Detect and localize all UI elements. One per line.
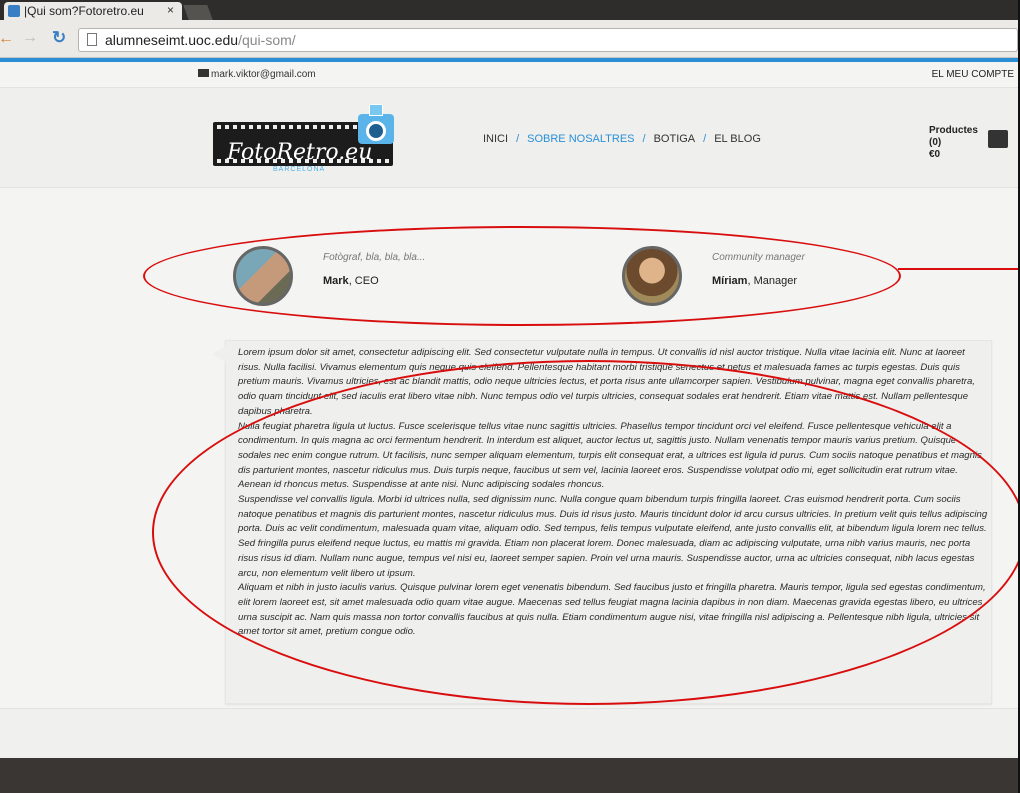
- reload-icon[interactable]: ↻: [52, 28, 66, 48]
- avatar: [622, 246, 682, 306]
- member-role: Fotògraf, bla, bla, bla...: [323, 252, 426, 263]
- nav-item-sobre-nosaltres[interactable]: SOBRE NOSALTRES: [527, 133, 634, 145]
- url-input[interactable]: alumneseimt.uoc.edu/qui-som/: [78, 28, 1018, 52]
- email-text: mark.viktor@gmail.com: [211, 69, 316, 80]
- about-text: Lorem ipsum dolor sit amet, consectetur …: [238, 346, 988, 640]
- flash-icon: [369, 104, 383, 116]
- favicon-icon: [8, 5, 20, 17]
- member-first-name: Míriam: [712, 275, 748, 287]
- main-nav: INICI / SOBRE NOSALTRES / BOTIGA / EL BLOG: [483, 133, 761, 145]
- url-domain: alumneseimt.uoc.edu: [105, 32, 239, 48]
- paragraph: Lorem ipsum dolor sit amet, consectetur …: [238, 347, 975, 417]
- cart-label: Productes: [929, 125, 978, 136]
- tab-title: |Qui som?Fotoretro.eu: [24, 4, 144, 18]
- speech-pointer: [212, 346, 226, 362]
- site-footer: [0, 758, 1020, 793]
- paragraph: Aliquam et nibh in justo iaculis varius.…: [238, 582, 986, 638]
- nav-item-inici[interactable]: INICI: [483, 133, 508, 145]
- site-logo[interactable]: FotoRetro.eu BARCELONA: [213, 104, 403, 176]
- lens-icon: [366, 121, 386, 141]
- nav-item-botiga[interactable]: BOTIGA: [654, 133, 696, 145]
- back-arrow-icon[interactable]: ←: [0, 30, 14, 48]
- paragraph: Nulla feugiat pharetra ligula ut luctus.…: [238, 420, 982, 491]
- paragraph: Suspendisse vel convallis ligula. Morbi …: [238, 494, 988, 579]
- nav-separator: /: [516, 133, 520, 145]
- nav-item-el-blog[interactable]: EL BLOG: [714, 133, 761, 145]
- camera-icon: [358, 114, 394, 144]
- member-role: Community manager: [712, 252, 805, 263]
- avatar: [233, 246, 293, 306]
- footer-spacer: [0, 708, 1020, 758]
- member-title: , CEO: [348, 275, 379, 287]
- site-topbar: mark.viktor@gmail.com EL MEU COMPTE: [0, 62, 1020, 88]
- nav-separator: /: [642, 133, 646, 145]
- cart-total: €0: [929, 149, 941, 160]
- page-icon: [87, 33, 97, 46]
- nav-separator: /: [703, 133, 707, 145]
- my-account-link[interactable]: EL MEU COMPTE: [932, 69, 1014, 80]
- member-first-name: Mark: [323, 275, 349, 287]
- url-path: /qui-som/: [238, 32, 296, 48]
- url-text: alumneseimt.uoc.edu/qui-som/: [105, 32, 296, 48]
- address-toolbar: ← → ↻ alumneseimt.uoc.edu/qui-som/: [0, 20, 1020, 58]
- contact-email[interactable]: mark.viktor@gmail.com: [198, 69, 316, 80]
- cart-summary[interactable]: Productes (0) €0: [929, 125, 978, 161]
- new-tab-button[interactable]: [183, 5, 213, 20]
- forward-arrow-icon[interactable]: →: [22, 29, 38, 47]
- logo-name: FotoRetro.eu: [227, 140, 373, 165]
- site-header: FotoRetro.eu BARCELONA INICI / SOBRE NOSAL…: [0, 88, 1020, 188]
- member-name: Mark, CEO: [323, 275, 379, 287]
- logo-subtitle: BARCELONA: [273, 166, 326, 173]
- browser-tab-bar: |Qui som?Fotoretro.eu ×: [0, 0, 1020, 20]
- browser-tab[interactable]: |Qui som?Fotoretro.eu ×: [4, 2, 182, 20]
- member-name: Míriam, Manager: [712, 275, 797, 287]
- annotation-line: [898, 268, 1020, 270]
- cart-count: (0): [929, 137, 942, 148]
- box-icon[interactable]: [988, 130, 1008, 148]
- envelope-icon: [198, 69, 209, 77]
- close-tab-icon[interactable]: ×: [167, 3, 174, 17]
- member-title: , Manager: [747, 275, 797, 287]
